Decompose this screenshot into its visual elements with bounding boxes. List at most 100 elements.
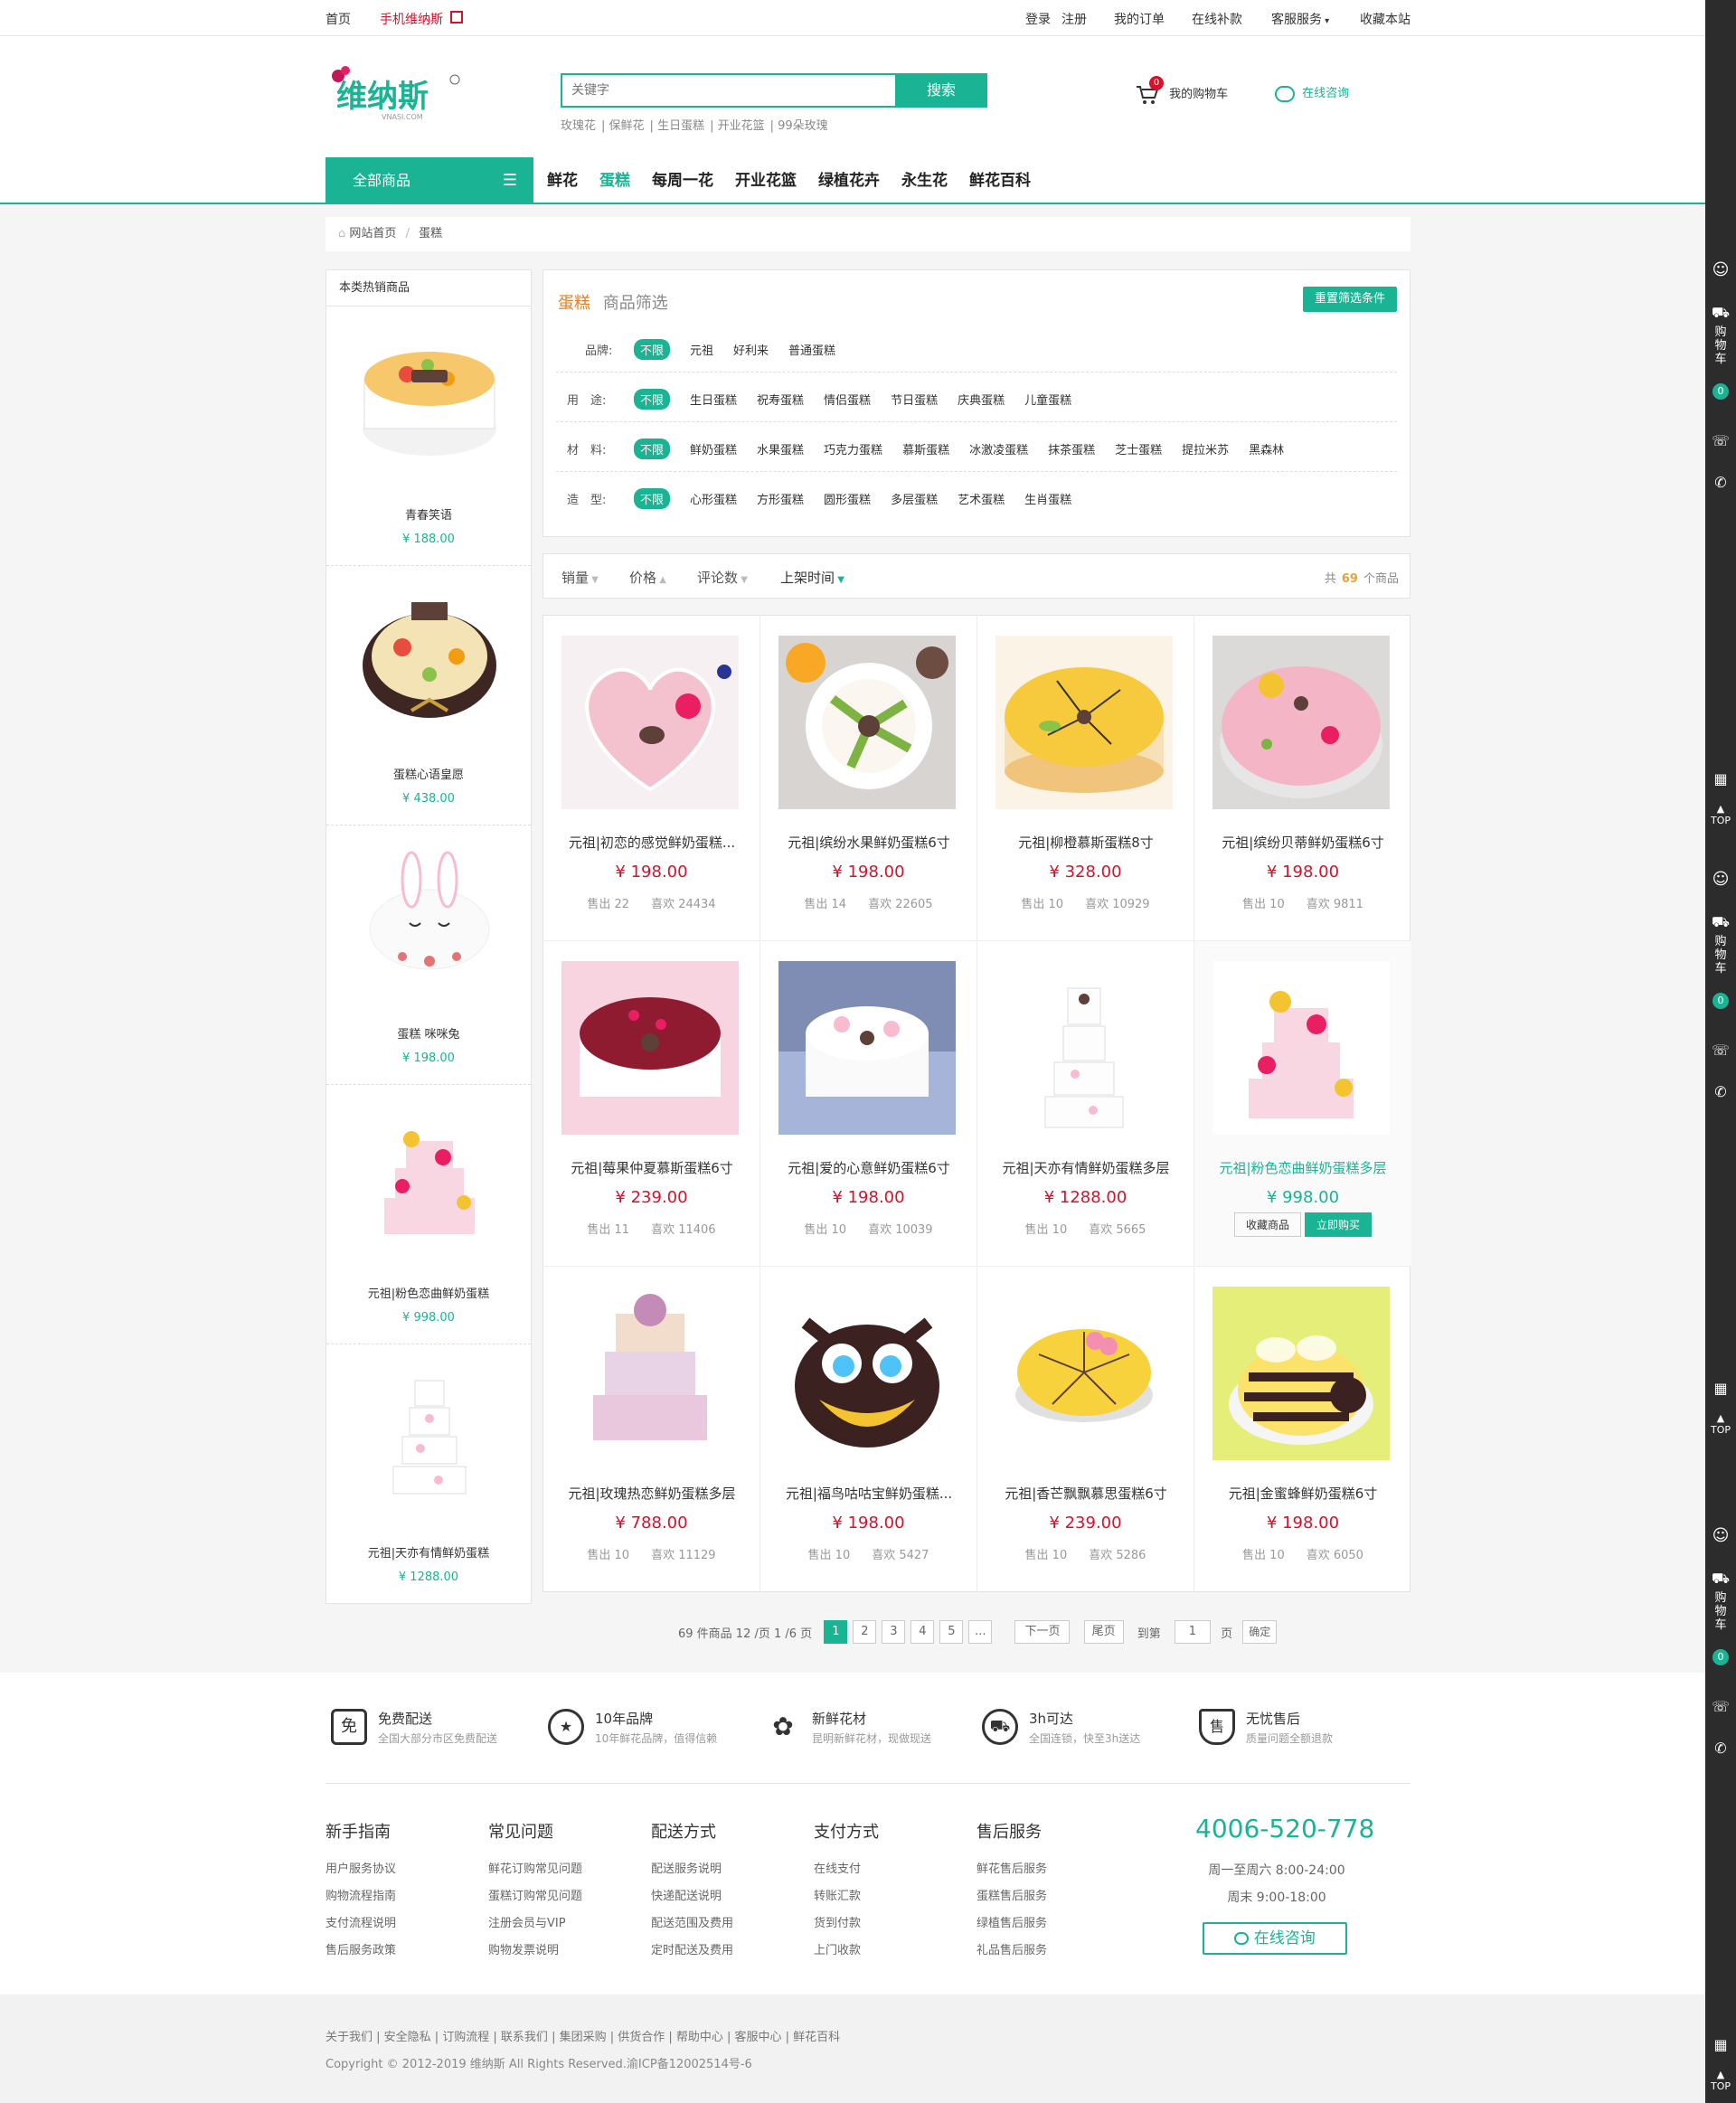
page-button[interactable]: 2 <box>853 1620 877 1644</box>
sort-price[interactable]: 价格 ▲ <box>629 568 666 587</box>
cart-icon[interactable]: ⛟ <box>1705 304 1736 323</box>
sidebar-product[interactable]: 青春笑语 ¥ 188.00 <box>326 306 531 566</box>
nav-item[interactable]: 绿植花卉 <box>818 157 880 204</box>
back-to-top-button[interactable]: ▲ TOP <box>1705 1412 1736 1436</box>
toolbar-cart-label[interactable]: 购物车 <box>1705 325 1736 366</box>
product-name[interactable]: 元祖|莓果仲夏慕斯蛋糕6寸 <box>551 1158 753 1177</box>
user-icon[interactable]: ☺ <box>1705 1526 1736 1545</box>
filter-option[interactable]: 情侣蛋糕 <box>824 389 871 410</box>
search-button[interactable]: 搜索 <box>895 73 987 108</box>
product-image[interactable] <box>778 1287 956 1460</box>
product-name[interactable]: 元祖|粉色恋曲鲜奶蛋糕多层 <box>1202 1158 1404 1177</box>
nav-item[interactable]: 每周一花 <box>652 157 713 204</box>
product-image[interactable] <box>357 844 502 988</box>
consult-link[interactable]: 在线咨询 <box>1275 83 1349 102</box>
footer-link[interactable]: 用户服务协议 <box>326 1859 470 1876</box>
footer-link[interactable]: 蛋糕订购常见问题 <box>488 1886 633 1903</box>
filter-option[interactable]: 节日蛋糕 <box>891 389 938 410</box>
cart-icon[interactable]: ⛟ <box>1705 1570 1736 1589</box>
page-button[interactable]: 4 <box>910 1620 935 1644</box>
product-card[interactable]: 元祖|莓果仲夏慕斯蛋糕6寸 ¥ 239.00 售出 11 喜欢 11406 <box>543 941 760 1267</box>
product-name[interactable]: 元祖|金蜜蜂鲜奶蛋糕6寸 <box>1202 1484 1404 1503</box>
service-menu[interactable]: 客服服务 ▾ <box>1271 10 1329 28</box>
filter-option[interactable]: 黑森林 <box>1249 439 1284 459</box>
filter-option-selected[interactable]: 不限 <box>634 389 671 410</box>
qrcode-icon[interactable]: ▦ <box>1705 1380 1736 1397</box>
product-card[interactable]: 元祖|缤纷水果鲜奶蛋糕6寸 ¥ 198.00 售出 14 喜欢 22605 <box>760 616 977 941</box>
footer-link[interactable]: 鲜花订购常见问题 <box>488 1859 633 1876</box>
goto-confirm-button[interactable]: 确定 <box>1242 1620 1278 1644</box>
product-image[interactable] <box>561 1287 739 1460</box>
mobile-link[interactable]: 手机维纳斯 <box>380 10 443 28</box>
product-image[interactable] <box>995 961 1173 1135</box>
footer-link[interactable]: 鲜花售后服务 <box>976 1859 1121 1876</box>
filter-option[interactable]: 普通蛋糕 <box>788 339 835 360</box>
footer-link[interactable]: 在线支付 <box>814 1859 958 1876</box>
footer-link[interactable]: 配送范围及费用 <box>651 1913 796 1930</box>
filter-option[interactable]: 鲜奶蛋糕 <box>690 439 737 459</box>
product-name[interactable]: 元祖|缤纷水果鲜奶蛋糕6寸 <box>768 833 970 852</box>
search-input[interactable] <box>562 75 897 106</box>
product-image[interactable] <box>561 961 739 1135</box>
sidebar-product[interactable]: 元祖|粉色恋曲鲜奶蛋糕 ¥ 998.00 <box>326 1085 531 1344</box>
filter-option[interactable]: 艺术蛋糕 <box>958 488 1005 509</box>
footer-link[interactable]: 注册会员与VIP <box>488 1913 633 1930</box>
product-card[interactable]: 元祖|福鸟咕咕宝鲜奶蛋糕... ¥ 198.00 售出 10 喜欢 5427 <box>760 1267 977 1592</box>
product-card[interactable]: 元祖|玫瑰热恋鲜奶蛋糕多层 ¥ 788.00 售出 10 喜欢 11129 <box>543 1267 760 1592</box>
filter-option[interactable]: 芝士蛋糕 <box>1115 439 1162 459</box>
filter-option[interactable]: 冰激凌蛋糕 <box>969 439 1028 459</box>
product-image[interactable] <box>357 1103 502 1248</box>
toolbar-cart-label[interactable]: 购物车 <box>1705 935 1736 976</box>
sidebar-product-name[interactable]: 青春笑语 <box>326 505 531 523</box>
page-button[interactable]: 5 <box>939 1620 964 1644</box>
footer-link[interactable]: 转账汇款 <box>814 1886 958 1903</box>
filter-option-selected[interactable]: 不限 <box>634 339 671 360</box>
product-name[interactable]: 元祖|爱的心意鲜奶蛋糕6寸 <box>768 1158 970 1177</box>
filter-option[interactable]: 生日蛋糕 <box>690 389 737 410</box>
product-name[interactable]: 元祖|缤纷贝蒂鲜奶蛋糕6寸 <box>1202 833 1404 852</box>
product-card[interactable]: 元祖|天亦有情鲜奶蛋糕多层 ¥ 1288.00 售出 10 喜欢 5665 <box>977 941 1194 1267</box>
nav-item[interactable]: 鲜花百科 <box>969 157 1031 204</box>
cart-link[interactable]: 0 我的购物车 <box>1135 76 1228 107</box>
favorite-link[interactable]: 收藏本站 <box>1360 10 1410 28</box>
product-name[interactable]: 元祖|玫瑰热恋鲜奶蛋糕多层 <box>551 1484 753 1503</box>
sidebar-product[interactable]: 蛋糕心语皇愿 ¥ 438.00 <box>326 566 531 825</box>
footer-link[interactable]: 支付流程说明 <box>326 1913 470 1930</box>
product-image[interactable] <box>357 1363 502 1507</box>
filter-option[interactable]: 方形蛋糕 <box>757 488 804 509</box>
page-button-active[interactable]: 1 <box>824 1620 848 1644</box>
filter-option[interactable]: 圆形蛋糕 <box>824 488 871 509</box>
product-card[interactable]: 元祖|爱的心意鲜奶蛋糕6寸 ¥ 198.00 售出 10 喜欢 10039 <box>760 941 977 1267</box>
product-name[interactable]: 元祖|天亦有情鲜奶蛋糕多层 <box>985 1158 1187 1177</box>
footer-link[interactable]: 蛋糕售后服务 <box>976 1886 1121 1903</box>
product-name[interactable]: 元祖|香芒飘飘慕思蛋糕6寸 <box>985 1484 1187 1503</box>
filter-option[interactable]: 抹茶蛋糕 <box>1048 439 1095 459</box>
filter-option[interactable]: 元祖 <box>690 339 713 360</box>
user-icon[interactable]: ☺ <box>1705 870 1736 889</box>
user-icon[interactable]: ☺ <box>1705 260 1736 279</box>
sidebar-product-name[interactable]: 元祖|天亦有情鲜奶蛋糕 <box>326 1543 531 1561</box>
sidebar-product-name[interactable]: 蛋糕 咪咪兔 <box>326 1024 531 1042</box>
phone-icon[interactable]: ✆ <box>1705 474 1736 491</box>
qrcode-icon[interactable]: ▦ <box>1705 2036 1736 2053</box>
product-image[interactable] <box>995 636 1173 809</box>
product-image[interactable] <box>995 1287 1173 1460</box>
hot-word[interactable]: 玫瑰花 <box>561 119 596 133</box>
sidebar-product[interactable]: 蛋糕 咪咪兔 ¥ 198.00 <box>326 825 531 1085</box>
filter-option[interactable]: 多层蛋糕 <box>891 488 938 509</box>
sort-newest[interactable]: 上架时间 ▼ <box>780 568 844 587</box>
filter-option[interactable]: 祝寿蛋糕 <box>757 389 804 410</box>
home-link[interactable]: 首页 <box>326 10 351 28</box>
product-card[interactable]: 元祖|柳橙慕斯蛋糕8寸 ¥ 328.00 售出 10 喜欢 10929 <box>977 616 1194 941</box>
all-categories-button[interactable]: 全部商品 ☰ <box>326 157 533 204</box>
nav-item[interactable]: 鲜花 <box>547 157 578 204</box>
login-link[interactable]: 登录 <box>1025 10 1051 28</box>
bottom-links[interactable]: 关于我们 | 安全隐私 | 订购流程 | 联系我们 | 集团采购 | 供货合作 … <box>326 2027 840 2044</box>
orders-link[interactable]: 我的订单 <box>1114 10 1165 28</box>
filter-option[interactable]: 慕斯蛋糕 <box>902 439 949 459</box>
filter-option-selected[interactable]: 不限 <box>634 439 671 459</box>
product-image[interactable] <box>1212 961 1390 1135</box>
footer-link[interactable]: 定时配送及费用 <box>651 1940 796 1957</box>
phone-icon[interactable]: ✆ <box>1705 1083 1736 1100</box>
footer-link[interactable]: 购物流程指南 <box>326 1886 470 1903</box>
